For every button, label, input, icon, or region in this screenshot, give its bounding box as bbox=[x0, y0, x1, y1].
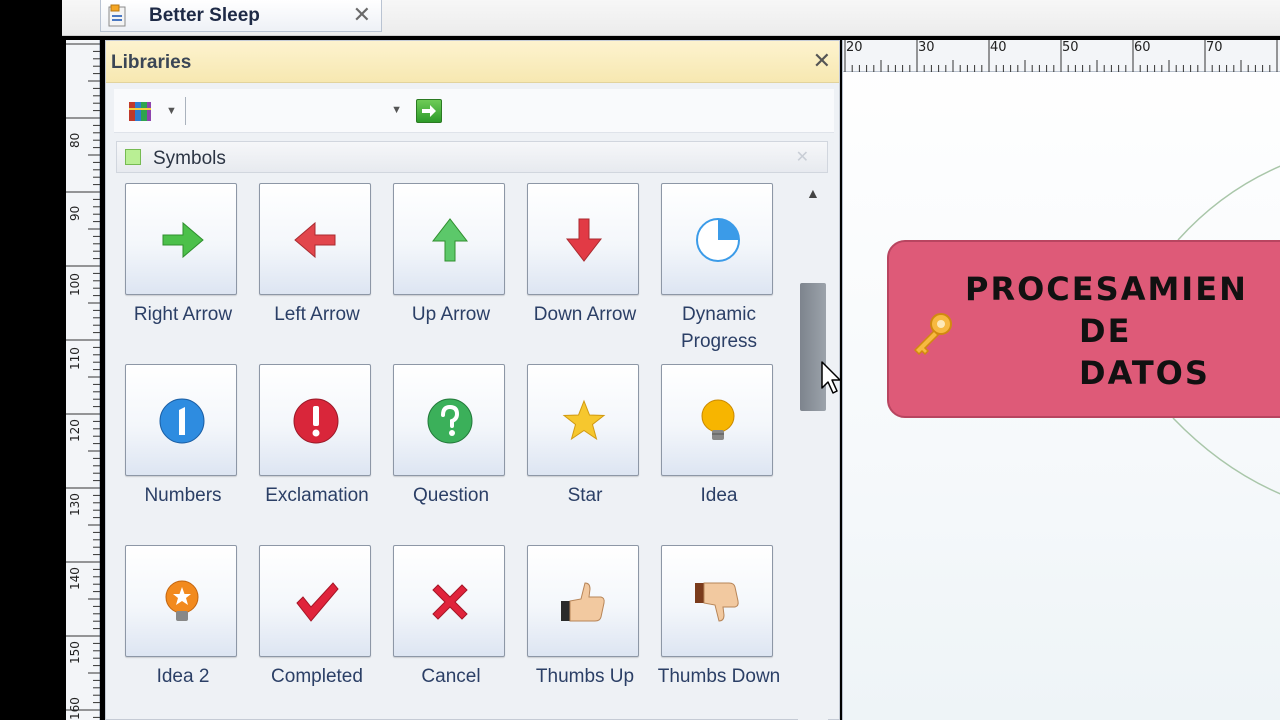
symbol-grid: Right Arrow Left Arrow Up Arrow Down Arr… bbox=[116, 181, 796, 720]
symbol-tile[interactable] bbox=[259, 183, 371, 295]
ruler-label: 120 bbox=[68, 419, 82, 442]
symbol-tile[interactable] bbox=[527, 545, 639, 657]
up-arrow-icon bbox=[431, 218, 469, 262]
right-arrow-icon bbox=[162, 221, 204, 259]
symbol-tile[interactable] bbox=[125, 545, 237, 657]
symbol-label: Star bbox=[567, 485, 603, 506]
vertical-ruler: 80 90 100 110 120 130 140 150 160 bbox=[66, 40, 100, 720]
library-select[interactable]: ▼ bbox=[194, 97, 406, 125]
ruler-label: 150 bbox=[68, 641, 82, 664]
symbol-tile[interactable] bbox=[393, 364, 505, 476]
ruler-label: 130 bbox=[68, 493, 82, 516]
symbol-label: Down Arrow bbox=[533, 304, 637, 325]
ruler-label: 110 bbox=[68, 347, 82, 370]
central-topic-node[interactable]: PROCESAMIEN DE DATOS bbox=[887, 240, 1280, 418]
chevron-down-icon[interactable]: ▼ bbox=[166, 105, 177, 117]
thumbs-down-icon bbox=[695, 582, 739, 622]
mindmap-file-icon bbox=[107, 4, 129, 28]
document-tab-bar: Better Sleep ✕ bbox=[62, 0, 1280, 36]
symbol-tile[interactable] bbox=[527, 183, 639, 295]
libraries-toolbar: ▼ ▼ bbox=[114, 89, 834, 133]
topic-text-line: DE bbox=[1079, 312, 1132, 350]
symbol-tile[interactable] bbox=[259, 364, 371, 476]
symbol-label: Up Arrow bbox=[411, 304, 491, 325]
ruler-label: 160 bbox=[68, 697, 82, 720]
library-books-icon[interactable] bbox=[128, 99, 152, 123]
left-edge-strip bbox=[0, 0, 62, 720]
star-icon bbox=[562, 399, 606, 441]
number-one-icon bbox=[159, 398, 205, 444]
libraries-panel: Libraries ✕ ▼ ▼ Symbols ✕ Right Arrow Le… bbox=[105, 40, 840, 720]
symbols-section-title: Symbols bbox=[153, 148, 226, 169]
symbol-label: Dynamic Progress bbox=[680, 304, 758, 352]
symbol-label: Exclamation bbox=[265, 485, 369, 506]
symbol-label: Cancel bbox=[421, 666, 481, 687]
symbol-label: Left Arrow bbox=[274, 304, 360, 325]
symbol-tile[interactable] bbox=[125, 364, 237, 476]
go-arrow-button[interactable] bbox=[416, 99, 442, 123]
symbol-label: Completed bbox=[271, 666, 363, 687]
symbols-section-header[interactable]: Symbols ✕ bbox=[116, 141, 828, 173]
libraries-header: Libraries ✕ bbox=[106, 41, 839, 83]
arrow-right-icon bbox=[422, 105, 436, 117]
topic-text-line: PROCESAMIEN bbox=[965, 270, 1248, 308]
thumbs-up-icon bbox=[561, 582, 605, 622]
left-arrow-icon bbox=[294, 221, 336, 259]
ruler-label: 100 bbox=[68, 273, 82, 296]
symbol-label: Idea 2 bbox=[156, 666, 210, 687]
lightbulb-icon bbox=[701, 399, 735, 440]
ruler-label: 80 bbox=[68, 132, 82, 148]
symbol-tile[interactable] bbox=[661, 545, 773, 657]
libraries-title: Libraries bbox=[111, 52, 192, 73]
ruler-label: 90 bbox=[68, 205, 82, 221]
symbol-label: Numbers bbox=[144, 485, 222, 506]
scroll-up-icon[interactable]: ▲ bbox=[806, 185, 820, 201]
symbol-label: Thumbs Up bbox=[535, 666, 635, 687]
symbol-tile[interactable] bbox=[661, 183, 773, 295]
symbol-tile[interactable] bbox=[393, 183, 505, 295]
cross-icon bbox=[432, 584, 468, 620]
symbol-tile[interactable] bbox=[125, 183, 237, 295]
mouse-cursor-icon bbox=[821, 361, 841, 394]
progress-pie-icon bbox=[696, 218, 740, 262]
close-libraries-icon[interactable]: ✕ bbox=[813, 48, 831, 74]
section-color-swatch bbox=[125, 149, 141, 165]
symbol-tile[interactable] bbox=[527, 364, 639, 476]
symbol-tile[interactable] bbox=[393, 545, 505, 657]
close-tab-icon[interactable]: ✕ bbox=[353, 2, 371, 28]
lightbulb-star-icon bbox=[165, 580, 199, 621]
symbol-tile[interactable] bbox=[259, 545, 371, 657]
symbol-label: Thumbs Down bbox=[657, 666, 781, 687]
mindmap-canvas[interactable]: 20 30 40 50 60 70 PROCESAMIEN DE DATOS bbox=[842, 40, 1280, 720]
chevron-down-icon[interactable]: ▼ bbox=[391, 104, 402, 116]
document-tab[interactable]: Better Sleep ✕ bbox=[100, 0, 382, 32]
checkmark-icon bbox=[296, 582, 339, 622]
exclamation-icon bbox=[293, 398, 339, 444]
symbol-label: Idea bbox=[700, 485, 738, 506]
document-tab-title: Better Sleep bbox=[149, 4, 260, 26]
symbol-label: Right Arrow bbox=[133, 304, 233, 325]
ruler-label: 140 bbox=[68, 567, 82, 590]
topic-text-line: DATOS bbox=[1079, 354, 1210, 392]
toolbar-divider bbox=[185, 97, 186, 125]
symbol-tile[interactable] bbox=[661, 364, 773, 476]
symbol-label: Question bbox=[412, 485, 490, 506]
question-icon bbox=[427, 398, 473, 444]
symbols-scrollbar[interactable]: ▲ bbox=[798, 181, 828, 720]
close-section-icon[interactable]: ✕ bbox=[796, 147, 809, 167]
key-icon bbox=[913, 313, 952, 356]
down-arrow-icon bbox=[565, 218, 603, 262]
